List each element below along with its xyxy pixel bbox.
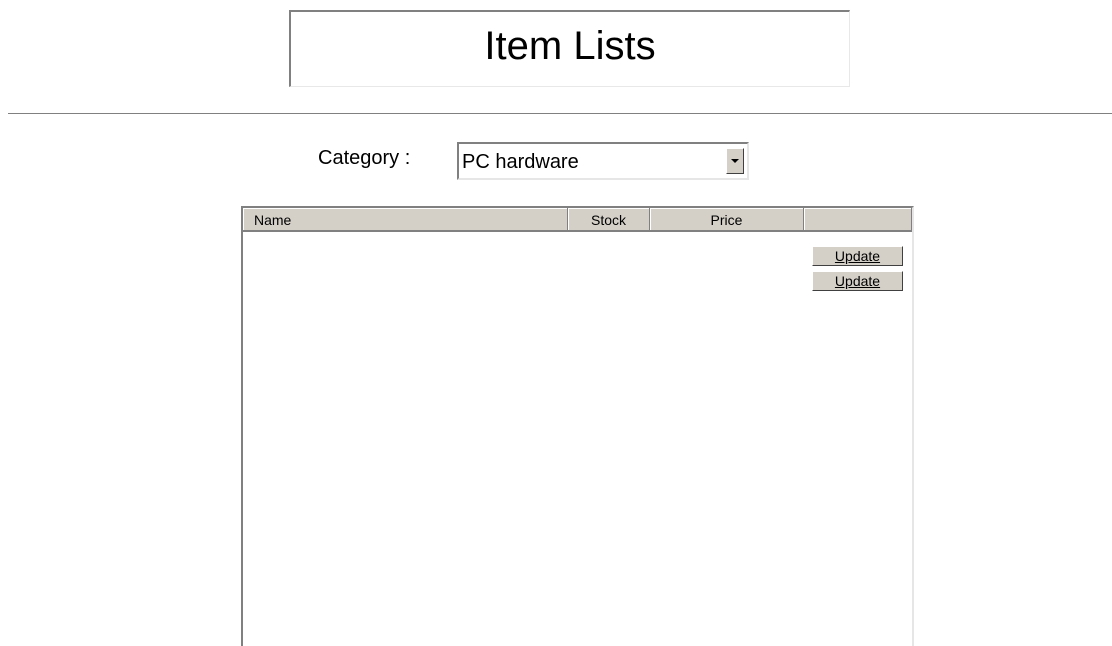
item-list[interactable]: Name Stock Price Update Update xyxy=(241,206,914,646)
column-header-price[interactable]: Price xyxy=(650,208,804,232)
column-header-action[interactable] xyxy=(804,208,912,232)
category-select-value: PC hardware xyxy=(462,151,579,173)
column-header-stock[interactable]: Stock xyxy=(568,208,650,232)
update-button[interactable]: Update xyxy=(812,246,903,266)
chevron-down-icon xyxy=(731,159,739,163)
category-label: Category : xyxy=(318,147,411,169)
update-button[interactable]: Update xyxy=(812,271,903,291)
divider xyxy=(8,113,1112,114)
category-dropdown-button[interactable] xyxy=(726,148,744,174)
list-header: Name Stock Price xyxy=(243,208,912,232)
page-title: Item Lists xyxy=(484,24,656,68)
column-header-name[interactable]: Name xyxy=(243,208,568,232)
category-select[interactable]: PC hardware xyxy=(457,142,749,180)
title-box: Item Lists xyxy=(289,10,850,87)
